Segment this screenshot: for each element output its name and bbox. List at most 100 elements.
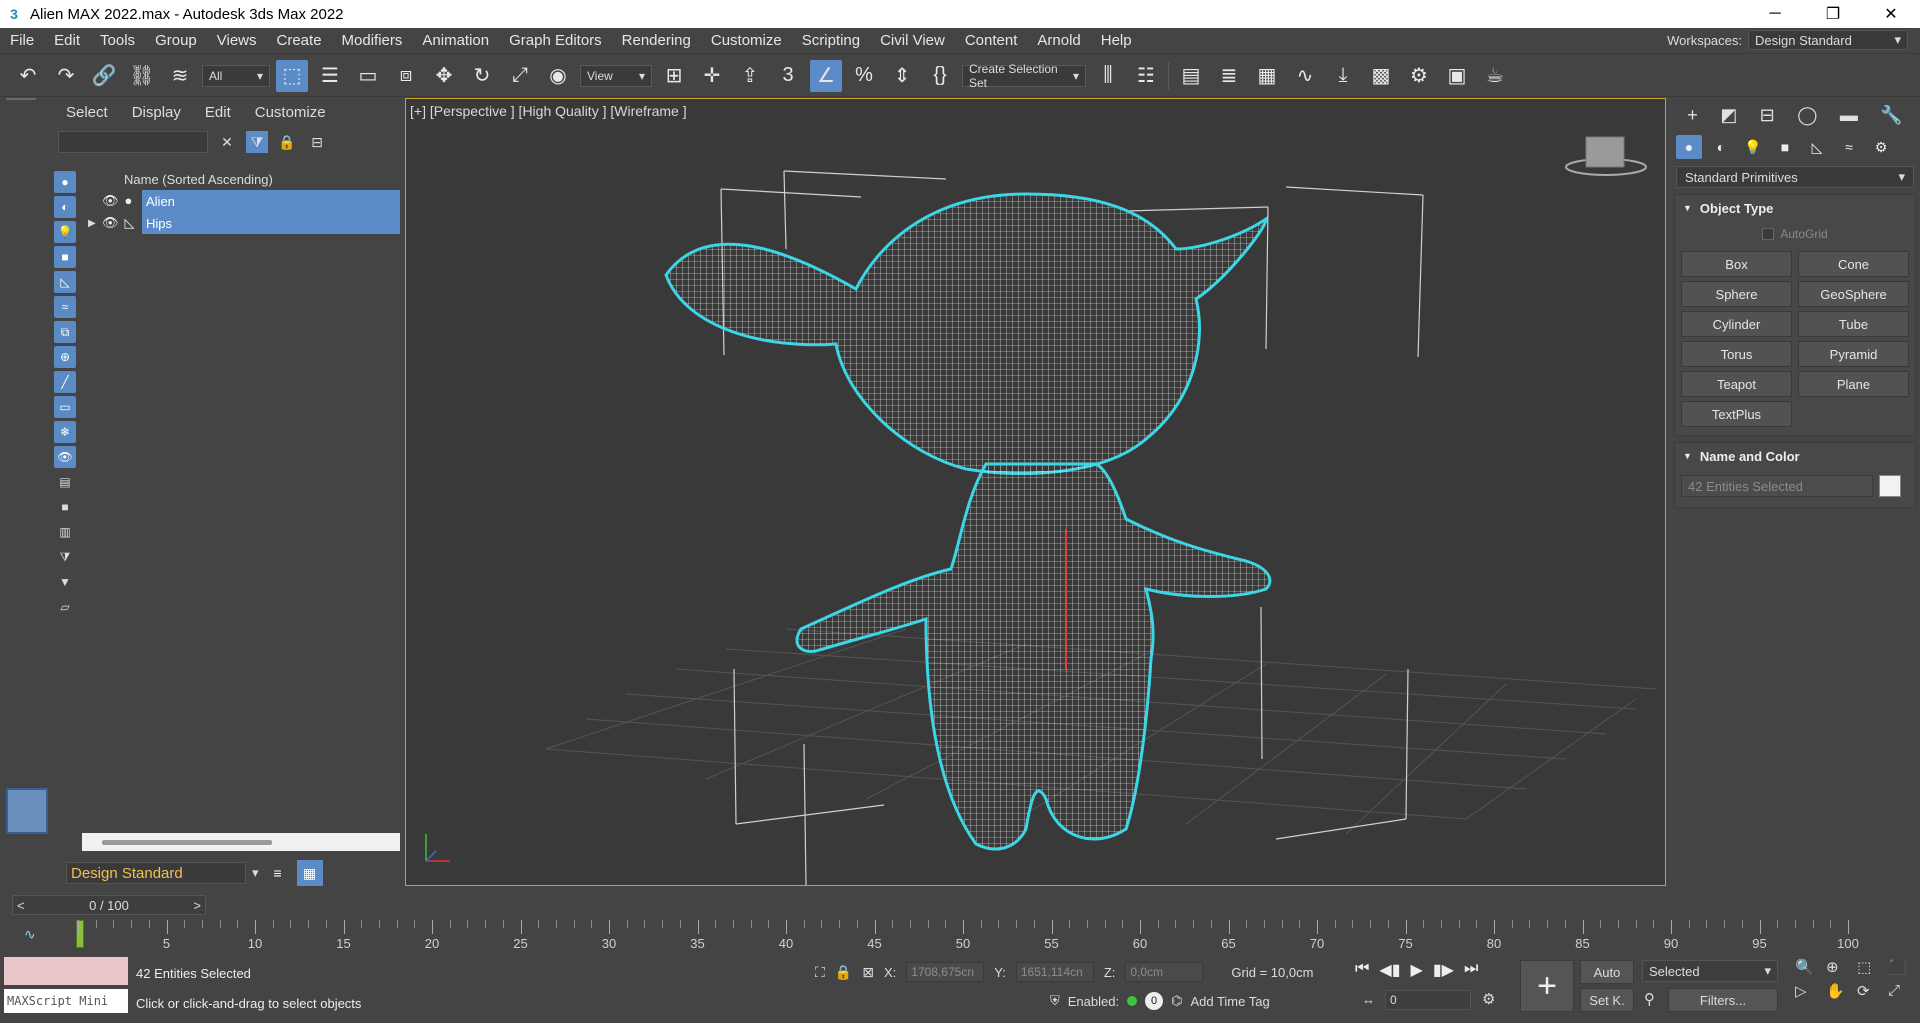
pan-icon[interactable]: ✋ [1826,982,1853,1000]
menu-graph-editors[interactable]: Graph Editors [499,32,612,49]
key-filters-button[interactable]: Filters... [1668,988,1778,1012]
primitive-category-dropdown[interactable]: Standard Primitives ▾ [1676,166,1914,188]
menu-edit[interactable]: Edit [44,32,90,49]
mirror-icon[interactable]: ⫼ [1092,60,1124,92]
maximize-viewport-icon[interactable]: ⤢ [1888,982,1915,1000]
checkbox-box[interactable] [1762,228,1775,240]
place-icon[interactable]: ◉ [542,60,574,92]
redo-icon[interactable]: ↷ [50,60,82,92]
zoom-all-icon[interactable]: ⊕ [1826,958,1853,976]
go-to-start-icon[interactable]: ⏮ [1355,960,1369,980]
explorer-tab-edit[interactable]: Edit [193,104,243,121]
display-bones-icon[interactable]: ╱ [54,371,76,393]
filter-options-icon[interactable]: ⧩ [54,546,76,568]
visibility-eye-icon[interactable]: 👁 [102,215,119,231]
snaps-toggle-icon[interactable]: 3 [772,60,804,92]
display-shapes-icon[interactable]: ◐ [54,196,76,218]
scrollbar-thumb[interactable] [102,840,272,845]
explorer-search-input[interactable] [58,131,208,153]
display-groups-icon[interactable]: ⧉ [54,321,76,343]
hierarchy-panel-icon[interactable]: ⊟ [1760,105,1775,126]
orbit-icon[interactable]: ⟳ [1857,982,1884,1000]
maxscript-output[interactable] [4,957,128,985]
rotate-icon[interactable]: ↻ [466,60,498,92]
workspaces-dropdown[interactable]: Design Standard ▾ [1748,30,1908,50]
cylinder-button[interactable]: Cylinder [1681,311,1792,337]
utilities-panel-icon[interactable]: 🔧 [1880,105,1902,126]
torus-button[interactable]: Torus [1681,341,1792,367]
link-icon[interactable]: 🔗 [88,60,120,92]
display-space-warps-icon[interactable]: ≈ [54,296,76,318]
filter-funnel-icon[interactable]: ▼ [54,571,76,593]
menu-civil-view[interactable]: Civil View [870,32,955,49]
display-invert-icon[interactable]: ▥ [54,521,76,543]
curve-editor-mini-icon[interactable]: ∿ [24,926,36,943]
shapes-icon[interactable]: ◐ [1708,135,1734,159]
close-button[interactable]: ✕ [1862,0,1920,28]
set-key-mode-button[interactable]: Set K. [1580,988,1634,1012]
systems-icon[interactable]: ⚙ [1868,135,1894,159]
time-configuration-icon[interactable]: ⚙ [1482,990,1495,1008]
explorer-workspace-name[interactable]: Design Standard [66,862,246,884]
unlink-icon[interactable]: ⛓ [126,60,158,92]
perspective-viewport[interactable]: [+] [Perspective ] [High Quality ] [Wire… [405,98,1666,886]
object-name-field[interactable]: 42 Entities Selected [1681,475,1873,497]
tube-button[interactable]: Tube [1798,311,1909,337]
previous-frame-icon[interactable]: ◀▮ [1379,960,1400,980]
y-coordinate-field[interactable]: 1651,114cn [1015,962,1094,982]
time-slider-prev[interactable]: < [17,898,25,913]
schematic-view-icon[interactable]: ⤓ [1327,60,1359,92]
textplus-button[interactable]: TextPlus [1681,401,1792,427]
zoom-extents-icon[interactable]: ⬚ [1857,958,1884,976]
time-slider[interactable]: < 0 / 100 > [12,895,206,915]
expand-arrow-icon[interactable]: ▶ [88,218,96,229]
named-selection-set-dropdown[interactable]: Create Selection Set ▾ [962,62,1086,90]
menu-file[interactable]: File [0,32,44,49]
rectangular-selection-icon[interactable]: ▭ [352,60,384,92]
menu-tools[interactable]: Tools [90,32,145,49]
create-panel-icon[interactable]: + [1687,105,1698,126]
select-by-name-icon[interactable]: ☰ [314,60,346,92]
menu-views[interactable]: Views [207,32,267,49]
object-type-header[interactable]: ▼ Object Type [1675,195,1915,221]
space-warps-icon[interactable]: ≈ [1836,135,1862,159]
hierarchy-icon[interactable]: ⊟ [306,131,328,153]
render-setup-icon[interactable]: ⚙ [1403,60,1435,92]
select-object-icon[interactable]: ⬚ [276,59,308,92]
current-frame-spinner[interactable]: 0 [1385,990,1471,1010]
layer-icon[interactable]: ▱ [54,596,76,618]
percent-snap-icon[interactable]: % [848,60,880,92]
menu-content[interactable]: Content [955,32,1028,49]
modify-panel-icon[interactable]: ◩ [1720,105,1737,126]
align-icon[interactable]: ☷ [1130,60,1162,92]
absolute-mode-icon[interactable]: ⊠ [862,964,874,981]
layer-color-preview[interactable] [6,788,48,834]
box-button[interactable]: Box [1681,251,1792,277]
menu-arnold[interactable]: Arnold [1027,32,1090,49]
sort-by-hierarchy-icon[interactable]: ▦ [296,860,323,886]
list-item-name[interactable]: Hips [142,212,400,234]
clear-search-icon[interactable]: ✕ [216,131,238,153]
reference-coordinate-dropdown[interactable]: View ▾ [580,64,652,87]
zoom-extents-all-icon[interactable]: ⬛ [1888,958,1915,976]
menu-scripting[interactable]: Scripting [792,32,870,49]
adaptive-degradation-icon[interactable]: ⛨ [1050,993,1060,1009]
x-coordinate-field[interactable]: 1708,675cn [906,962,985,982]
menu-modifiers[interactable]: Modifiers [332,32,413,49]
key-mode-icon[interactable]: ⚲ [1644,990,1655,1008]
list-item-name[interactable]: Alien [142,190,400,212]
list-item[interactable]: ▶ 👁 ◺ Hips [82,212,400,234]
timeline-ticks[interactable]: 5 10 15 20 25 30 35 40 45 50 55 60 65 70 75 80 85 90 95 100 [76,920,1859,952]
zoom-icon[interactable]: 🔍 [1795,958,1822,976]
layer-explorer-icon[interactable]: ▤ [1175,60,1207,92]
keyboard-shortcut-override-icon[interactable]: ⇪ [734,60,766,92]
time-slider-next[interactable]: > [193,898,201,913]
material-editor-icon[interactable]: ▩ [1365,60,1397,92]
z-coordinate-field[interactable]: 0,0cm [1125,962,1204,982]
display-helpers-icon[interactable]: ◺ [54,271,76,293]
add-time-tag-button[interactable]: Add Time Tag [1190,994,1269,1009]
viewcube[interactable] [1565,136,1647,176]
next-frame-icon[interactable]: ▮▶ [1433,960,1454,980]
key-filter-selection-dropdown[interactable]: Selected ▾ [1642,960,1778,982]
display-xrefs-icon[interactable]: ⊕ [54,346,76,368]
